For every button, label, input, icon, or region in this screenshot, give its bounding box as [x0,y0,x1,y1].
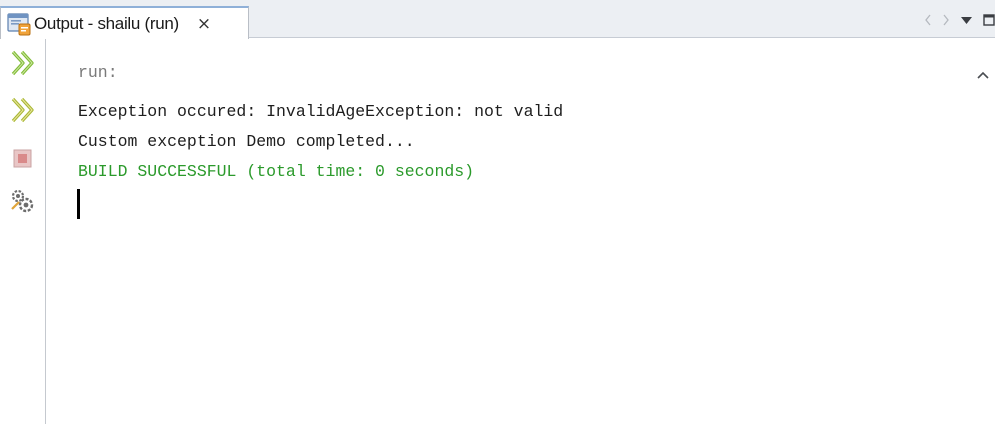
output-toolbar [0,39,46,424]
text-cursor [77,189,80,219]
output-line: Exception occured: InvalidAgeException: … [78,102,564,121]
maximize-icon[interactable] [983,14,995,26]
rerun-with-options-icon [9,96,37,124]
output-line: Custom exception Demo completed... [78,132,415,151]
rerun-with-options-button[interactable] [9,96,37,124]
vertical-scrollbar[interactable] [970,39,995,424]
run-line: run: [78,63,118,82]
scroll-up-icon[interactable] [976,67,990,79]
output-console[interactable]: run: Exception occured: InvalidAgeExcept… [47,39,970,424]
stop-button[interactable] [9,146,37,174]
tab-list-dropdown-icon[interactable] [960,15,973,25]
window-controls [914,10,995,30]
output-window: Output - shailu (run) × run: Exception o… [0,0,995,424]
rerun-icon [9,49,37,77]
rerun-button[interactable] [9,49,37,77]
stop-icon [9,146,37,174]
build-status-line: BUILD SUCCESSFUL (total time: 0 seconds) [78,162,475,181]
tab-bar: Output - shailu (run) × [0,0,995,39]
scroll-tabs-left-icon[interactable] [924,13,932,27]
output-window-icon [7,12,31,36]
output-tab[interactable]: Output - shailu (run) × [0,6,249,39]
run-settings-icon [9,187,37,215]
close-tab-button[interactable]: × [197,14,211,34]
scroll-tabs-right-icon[interactable] [942,13,950,27]
run-settings-button[interactable] [9,187,37,215]
tab-title: Output - shailu (run) [34,13,179,33]
